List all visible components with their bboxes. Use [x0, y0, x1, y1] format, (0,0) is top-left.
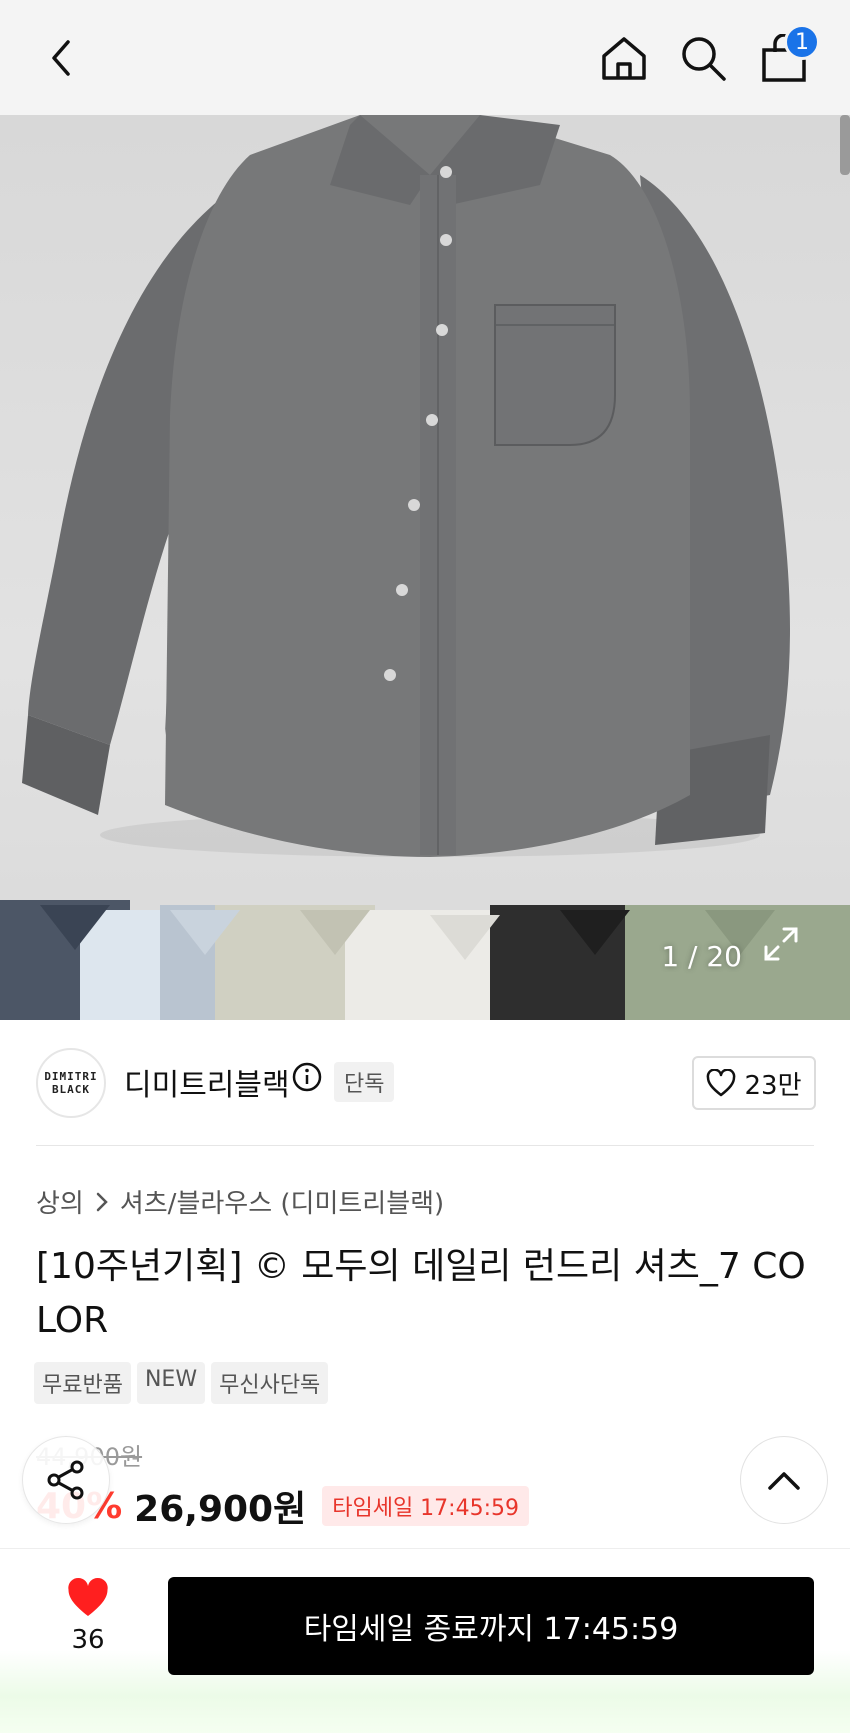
home-button[interactable]	[594, 28, 654, 88]
breadcrumb-category[interactable]: 상의	[36, 1183, 84, 1220]
search-icon	[682, 37, 726, 81]
product-image-shirt	[0, 115, 850, 1020]
product-like-count: 36	[71, 1625, 105, 1655]
home-icon	[602, 37, 646, 80]
bottom-action-bar: 36 타임세일 종료까지 17:45:59	[0, 1548, 850, 1733]
time-sale-cta-button[interactable]: 타임세일 종료까지 17:45:59	[168, 1577, 814, 1675]
chevron-right-icon	[96, 1192, 108, 1211]
heart-filled-icon	[68, 1577, 108, 1616]
time-sale-badge: 타임세일 17:45:59	[322, 1486, 529, 1526]
top-nav-bar: 1	[0, 0, 850, 115]
exclusive-badge: 단독	[334, 1062, 395, 1102]
brand-like-button[interactable]: 23만	[692, 1056, 816, 1110]
expand-icon	[764, 927, 798, 961]
breadcrumb: 상의 셔츠/블라우스 (디미트리블랙)	[36, 1183, 444, 1220]
product-like-button[interactable]: 36	[56, 1577, 120, 1655]
tag-musinsa-exclusive: 무신사단독	[211, 1362, 329, 1404]
brand-row: DIMITRI BLACK 디미트리블랙 단독 23만	[36, 1040, 816, 1120]
divider	[36, 1145, 814, 1146]
image-counter: 1 / 20	[661, 940, 742, 973]
brand-name-link[interactable]: 디미트리블랙	[124, 1060, 290, 1104]
search-button[interactable]	[673, 28, 733, 88]
scroll-to-top-button[interactable]	[740, 1436, 828, 1524]
tag-new: NEW	[136, 1362, 206, 1404]
tag-free-return: 무료반품	[34, 1362, 131, 1404]
brand-logo[interactable]: DIMITRI BLACK	[36, 1048, 106, 1118]
brand-info-button[interactable]	[292, 1062, 322, 1096]
brand-logo-line2: BLACK	[51, 1083, 91, 1096]
expand-image-button[interactable]	[762, 925, 822, 985]
product-tags: 무료반품 NEW 무신사단독	[34, 1362, 329, 1404]
scrollbar-thumb[interactable]	[840, 115, 850, 175]
chevron-up-icon	[768, 1472, 800, 1490]
share-button[interactable]	[22, 1436, 110, 1524]
product-title: [10주년기획] © 모두의 데일리 런드리 셔츠_7 COLOR	[36, 1246, 806, 1341]
brand-like-count: 23만	[744, 1070, 802, 1101]
chevron-left-icon	[52, 40, 70, 76]
price-row: 40% 26,900원 타임세일 17:45:59	[36, 1480, 529, 1532]
cart-button[interactable]: 1	[754, 24, 820, 88]
heart-outline-icon	[707, 1069, 736, 1097]
breadcrumb-subcategory[interactable]: 셔츠/블라우스 (디미트리블랙)	[120, 1183, 444, 1220]
share-icon	[47, 1460, 84, 1500]
info-icon	[292, 1062, 322, 1092]
sale-price: 26,900원	[134, 1489, 307, 1530]
cart-count-badge: 1	[784, 24, 820, 60]
product-image-carousel[interactable]: 1 / 20	[0, 115, 850, 1020]
brand-logo-line1: DIMITRI	[44, 1070, 98, 1083]
back-button[interactable]	[32, 28, 92, 88]
